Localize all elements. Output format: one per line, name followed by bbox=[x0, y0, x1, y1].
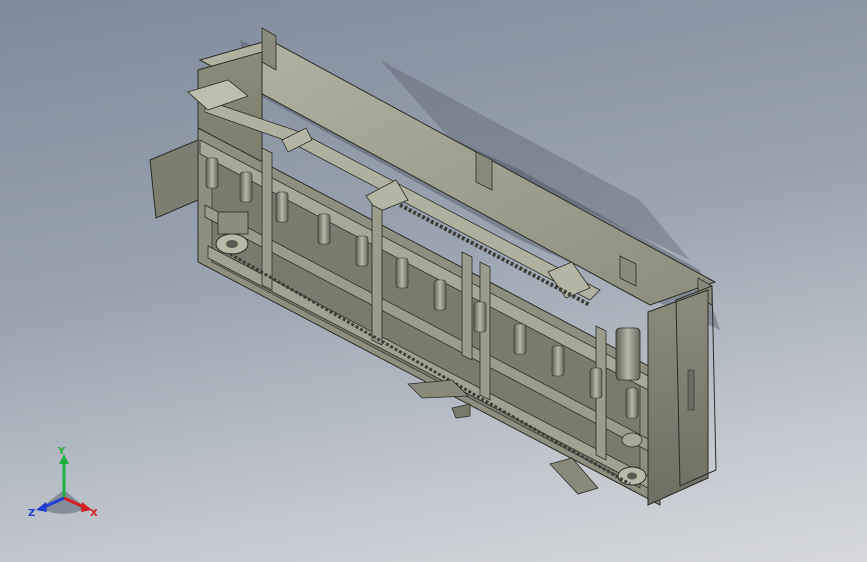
view-triad[interactable]: Y X Z bbox=[24, 446, 104, 522]
vertical-member-1 bbox=[261, 147, 273, 291]
roller bbox=[395, 257, 409, 289]
sprocket-hub bbox=[627, 472, 637, 480]
roller bbox=[513, 323, 527, 355]
left-door-panel bbox=[149, 139, 199, 219]
conveyor-frame-model[interactable] bbox=[0, 0, 867, 562]
triad-y-label: Y bbox=[57, 446, 66, 457]
roller bbox=[275, 191, 289, 223]
roller bbox=[205, 157, 219, 189]
right-slot bbox=[687, 369, 695, 411]
vertical-member-3 bbox=[461, 251, 473, 361]
sprocket bbox=[621, 432, 643, 448]
vertical-member-2 bbox=[371, 204, 383, 346]
sprocket-hub bbox=[226, 240, 238, 248]
roller bbox=[473, 301, 487, 333]
left-sprocket-assembly bbox=[215, 211, 249, 255]
roller bbox=[433, 279, 447, 311]
lower-deflector-2 bbox=[451, 403, 471, 419]
roller bbox=[239, 171, 253, 203]
graphics-viewport[interactable]: Y X Z bbox=[0, 0, 867, 562]
z-arrow-icon bbox=[36, 502, 47, 512]
roller bbox=[625, 387, 639, 419]
roller bbox=[355, 235, 369, 267]
roller bbox=[551, 345, 565, 377]
triad-x-label: X bbox=[90, 508, 98, 519]
motor-block bbox=[217, 211, 249, 235]
roller bbox=[589, 367, 603, 399]
right-drive-cylinder bbox=[615, 327, 641, 381]
triad-z-label: Z bbox=[28, 508, 35, 519]
roller bbox=[317, 213, 331, 245]
